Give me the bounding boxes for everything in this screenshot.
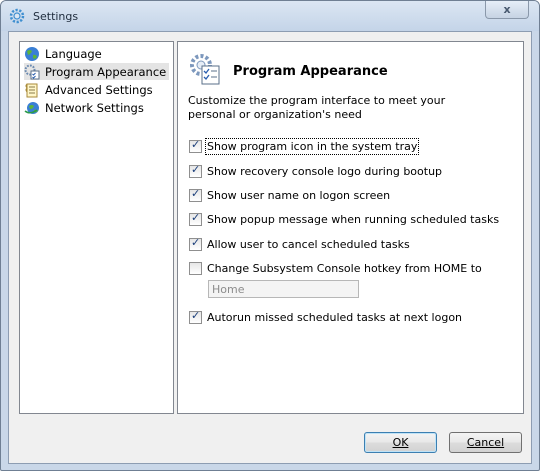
option-autorun-missed-tasks[interactable]: Autorun missed scheduled tasks at next l… <box>189 309 462 325</box>
option-show-popup-message[interactable]: Show popup message when running schedule… <box>189 211 499 227</box>
checkbox-label: Allow user to cancel scheduled tasks <box>207 237 410 251</box>
notepad-icon <box>25 83 38 97</box>
sidebar-item-label: Advanced Settings <box>45 82 153 97</box>
checkbox[interactable] <box>189 261 202 275</box>
option-change-hotkey[interactable]: Change Subsystem Console hotkey from HOM… <box>189 260 482 276</box>
settings-window: Settings x Language Program Appearance A… <box>0 0 540 471</box>
sidebar-item-advanced-settings[interactable]: Advanced Settings <box>24 81 156 98</box>
ok-button[interactable]: OK <box>364 432 437 453</box>
checkbox-label: Change Subsystem Console hotkey from HOM… <box>207 261 482 275</box>
sidebar-item-network-settings[interactable]: Network Settings <box>24 99 147 116</box>
checkbox-label: Show program icon in the system tray <box>204 137 420 155</box>
checkbox-label: Show popup message when running schedule… <box>207 212 500 226</box>
option-show-tray-icon[interactable]: Show program icon in the system tray <box>189 137 420 155</box>
cancel-button[interactable]: Cancel <box>449 432 522 453</box>
panel-description: Customize the program interface to meet … <box>188 94 446 121</box>
page-title: Program Appearance <box>233 64 388 79</box>
close-button[interactable]: x <box>485 1 529 19</box>
checkbox-label: Show user name on logon screen <box>207 188 391 202</box>
sidebar-item-label: Language <box>45 46 102 61</box>
appearance-icon <box>190 54 220 85</box>
network-globe-icon <box>24 101 39 114</box>
sidebar-item-label: Program Appearance <box>45 64 167 79</box>
checkbox[interactable] <box>189 163 202 178</box>
checkbox[interactable] <box>189 187 202 202</box>
cancel-button-label: Cancel <box>466 436 505 449</box>
title-bar[interactable]: Settings x <box>1 1 539 31</box>
settings-gear-icon <box>9 8 25 24</box>
hotkey-input[interactable]: Home <box>208 280 359 298</box>
dialog-client-area: Language Program Appearance Advanced Set… <box>8 31 532 464</box>
sidebar-item-label: Network Settings <box>45 100 144 115</box>
sidebar-item-language[interactable]: Language <box>24 45 105 62</box>
checkbox[interactable] <box>189 211 202 226</box>
option-show-console-logo[interactable]: Show recovery console logo during bootup <box>189 163 442 179</box>
ok-button-label: OK <box>392 436 409 449</box>
globe-icon <box>25 46 39 61</box>
checkbox[interactable] <box>189 138 202 153</box>
program-appearance-panel: Program Appearance Customize the program… <box>177 41 524 414</box>
sidebar-item-program-appearance[interactable]: Program Appearance <box>24 63 170 80</box>
checkbox[interactable] <box>189 236 202 251</box>
close-icon: x <box>503 3 511 16</box>
option-allow-cancel-tasks[interactable]: Allow user to cancel scheduled tasks <box>189 236 410 252</box>
checkbox[interactable] <box>189 309 202 324</box>
checkbox-label: Show recovery console logo during bootup <box>207 164 443 178</box>
option-show-user-name[interactable]: Show user name on logon screen <box>189 187 390 203</box>
appearance-icon <box>24 64 40 79</box>
window-title: Settings <box>33 10 79 23</box>
checkbox-label: Autorun missed scheduled tasks at next l… <box>207 310 463 324</box>
settings-category-tree[interactable]: Language Program Appearance Advanced Set… <box>19 41 174 414</box>
